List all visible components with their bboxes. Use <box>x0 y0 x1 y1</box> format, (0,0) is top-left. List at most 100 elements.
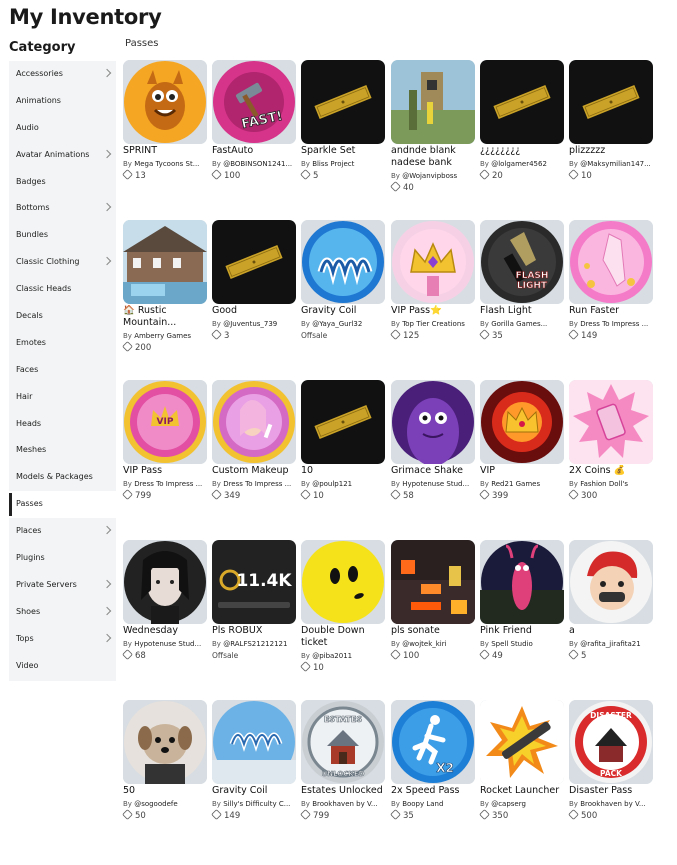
creator-name[interactable]: @RALFS21212121 <box>223 640 287 648</box>
vip-crown-thumbnail[interactable] <box>391 220 475 304</box>
pass-card[interactable]: plizzzzz By @Maksymilian147... 10 <box>568 60 654 182</box>
pass-card[interactable]: Pink Friend By Spell Studio 49 <box>479 540 565 662</box>
pink-friend-thumbnail[interactable] <box>480 540 564 624</box>
item-creator[interactable]: By Hypotenuse Stud... <box>123 639 208 649</box>
creator-name[interactable]: @Juventus_739 <box>223 320 277 328</box>
sidebar-item-video[interactable]: Video <box>9 653 116 680</box>
item-name[interactable]: Good <box>212 305 297 317</box>
creator-name[interactable]: @BOBINSON1241... <box>223 160 292 168</box>
creator-name[interactable]: Dress To Impress ... <box>580 320 648 328</box>
item-creator[interactable]: By Brookhaven by V... <box>301 799 386 809</box>
yellow-face-thumbnail[interactable] <box>301 540 385 624</box>
estates-thumbnail[interactable]: ESTATES UNLOCKED <box>301 700 385 784</box>
creator-name[interactable]: @lolgamer4562 <box>491 160 547 168</box>
item-name[interactable]: Wednesday <box>123 625 208 637</box>
coil-sky-thumbnail[interactable] <box>212 700 296 784</box>
item-name[interactable]: andnde blank nadese bank <box>391 145 476 169</box>
sidebar-item-classic-clothing[interactable]: Classic Clothing <box>9 249 116 276</box>
gold-ticket-thumbnail[interactable] <box>480 60 564 144</box>
item-creator[interactable]: By Spell Studio <box>480 639 565 649</box>
item-name[interactable]: pls sonate <box>391 625 476 637</box>
item-name[interactable]: 2X Coins 💰 <box>569 465 654 477</box>
pass-card[interactable]: Run Faster By Dress To Impress ... 149 <box>568 220 654 342</box>
item-creator[interactable]: By Dress To Impress ... <box>212 479 297 489</box>
creator-name[interactable]: Top Tier Creations <box>402 320 465 328</box>
pass-card[interactable]: Gravity Coil By Silly's Difficulty C... 14… <box>211 700 297 822</box>
creator-name[interactable]: @capserg <box>491 800 526 808</box>
item-name[interactable]: FastAuto <box>212 145 297 157</box>
creator-name[interactable]: Dress To Impress ... <box>223 480 291 488</box>
pass-card[interactable]: Double Down ticket By @piba2011 10 <box>300 540 386 674</box>
sidebar-item-accessories[interactable]: Accessories <box>9 61 116 88</box>
pink-phone-thumbnail[interactable] <box>569 380 653 464</box>
item-creator[interactable]: By Amberry Games <box>123 331 208 341</box>
item-creator[interactable]: By Bliss Project <box>301 159 386 169</box>
item-creator[interactable]: By Brookhaven by V... <box>569 799 654 809</box>
creator-name[interactable]: @Yaya_Gurl32 <box>312 320 362 328</box>
item-name[interactable]: Gravity Coil <box>301 305 386 317</box>
creator-name[interactable]: Bliss Project <box>312 160 354 168</box>
sidebar-item-passes[interactable]: Passes <box>9 491 116 519</box>
sidebar-item-plugins[interactable]: Plugins <box>9 545 116 572</box>
creator-name[interactable]: Red21 Games <box>491 480 540 488</box>
pass-card[interactable]: 11.4K Pls ROBUX By @RALFS21212121 Offsale <box>212 540 297 662</box>
item-name[interactable]: ¿¿¿¿¿¿¿¿ <box>480 145 565 157</box>
disaster-thumbnail[interactable]: DISASTER PACK <box>569 700 653 784</box>
item-name[interactable]: 50 <box>123 785 208 797</box>
orange-creature-thumbnail[interactable] <box>123 60 207 144</box>
item-creator[interactable]: By @rafita_jirafita21 <box>569 639 654 649</box>
cartoon-boy-thumbnail[interactable] <box>569 540 653 624</box>
sidebar-item-bundles[interactable]: Bundles <box>9 222 116 249</box>
item-name[interactable]: Disaster Pass <box>569 785 654 797</box>
creator-name[interactable]: Fashion Doll's <box>580 480 628 488</box>
creator-name[interactable]: Boopy Land <box>402 800 443 808</box>
creator-name[interactable]: Hypotenuse Stud... <box>402 480 469 488</box>
creator-name[interactable]: Spell Studio <box>491 640 533 648</box>
item-name[interactable]: Pls ROBUX <box>212 625 297 637</box>
item-creator[interactable]: By @capserg <box>480 799 565 809</box>
creator-name[interactable]: Amberry Games <box>134 332 191 340</box>
item-creator[interactable]: By Silly's Difficulty C... <box>212 799 297 809</box>
lava-scene-thumbnail[interactable] <box>391 540 475 624</box>
creator-name[interactable]: @rafita_jirafita21 <box>580 640 641 648</box>
pass-card[interactable]: Grimace Shake By Hypotenuse Stud... 58 <box>390 380 476 502</box>
creator-name[interactable]: Dress To Impress ... <box>134 480 202 488</box>
item-name[interactable]: Estates Unlocked <box>301 785 386 797</box>
pass-card[interactable]: 10 By @poulp121 10 <box>300 380 386 502</box>
item-name[interactable]: 🏠 Rustic Mountain... <box>123 305 208 329</box>
pass-card[interactable]: Sparkle Set By Bliss Project 5 <box>300 60 386 182</box>
item-name[interactable]: SPRINT <box>123 145 208 157</box>
pass-card[interactable]: DISASTER PACK Disaster Pass By Brookhaven … <box>568 700 654 822</box>
pass-card[interactable]: ¿¿¿¿¿¿¿¿ By @lolgamer4562 20 <box>479 60 565 182</box>
item-creator[interactable]: By @piba2011 <box>301 651 386 661</box>
sidebar-item-meshes[interactable]: Meshes <box>9 437 116 464</box>
blue-coil-thumbnail[interactable] <box>301 220 385 304</box>
red-crown-thumbnail[interactable] <box>480 380 564 464</box>
sidebar-item-audio[interactable]: Audio <box>9 115 116 142</box>
creator-name[interactable]: Brookhaven by V... <box>312 800 377 808</box>
sidebar-item-emotes[interactable]: Emotes <box>9 330 116 357</box>
pass-card[interactable]: X2 2x Speed Pass By Boopy Land 35 <box>390 700 476 822</box>
sidebar-item-animations[interactable]: Animations <box>9 88 116 115</box>
flashlight-thumbnail[interactable]: FLASH LIGHT <box>480 220 564 304</box>
rocket-thumbnail[interactable] <box>480 700 564 784</box>
creator-name[interactable]: Gorilla Games... <box>491 320 547 328</box>
item-creator[interactable]: By Mega Tycoons St... <box>123 159 208 169</box>
creator-name[interactable]: @Maksymilian147... <box>580 160 651 168</box>
sidebar-item-heads[interactable]: Heads <box>9 411 116 438</box>
pass-card[interactable]: FAST! FastAuto By @BOBINSON1241... 100 <box>211 60 297 182</box>
item-creator[interactable]: By @lolgamer4562 <box>480 159 565 169</box>
pass-card[interactable]: 🏠 Rustic Mountain... By Amberry Games 200 <box>122 220 208 354</box>
item-creator[interactable]: By Red21 Games <box>480 479 565 489</box>
fast-hammer-thumbnail[interactable]: FAST! <box>212 60 296 144</box>
puppy-thumbnail[interactable] <box>123 700 207 784</box>
item-creator[interactable]: By Dress To Impress ... <box>569 319 654 329</box>
item-name[interactable]: 2x Speed Pass <box>391 785 476 797</box>
pass-card[interactable]: Good By @Juventus_739 3 <box>211 220 297 342</box>
creator-name[interactable]: @wojtek_kiri <box>402 640 446 648</box>
pass-card[interactable]: Custom Makeup By Dress To Impress ... 349 <box>211 380 297 502</box>
pass-card[interactable]: Gravity Coil By @Yaya_Gurl32 Offsale <box>301 220 386 342</box>
item-name[interactable]: VIP Pass <box>123 465 208 477</box>
grimace-thumbnail[interactable] <box>391 380 475 464</box>
vip-pink-thumbnail[interactable]: VIP <box>123 380 207 464</box>
